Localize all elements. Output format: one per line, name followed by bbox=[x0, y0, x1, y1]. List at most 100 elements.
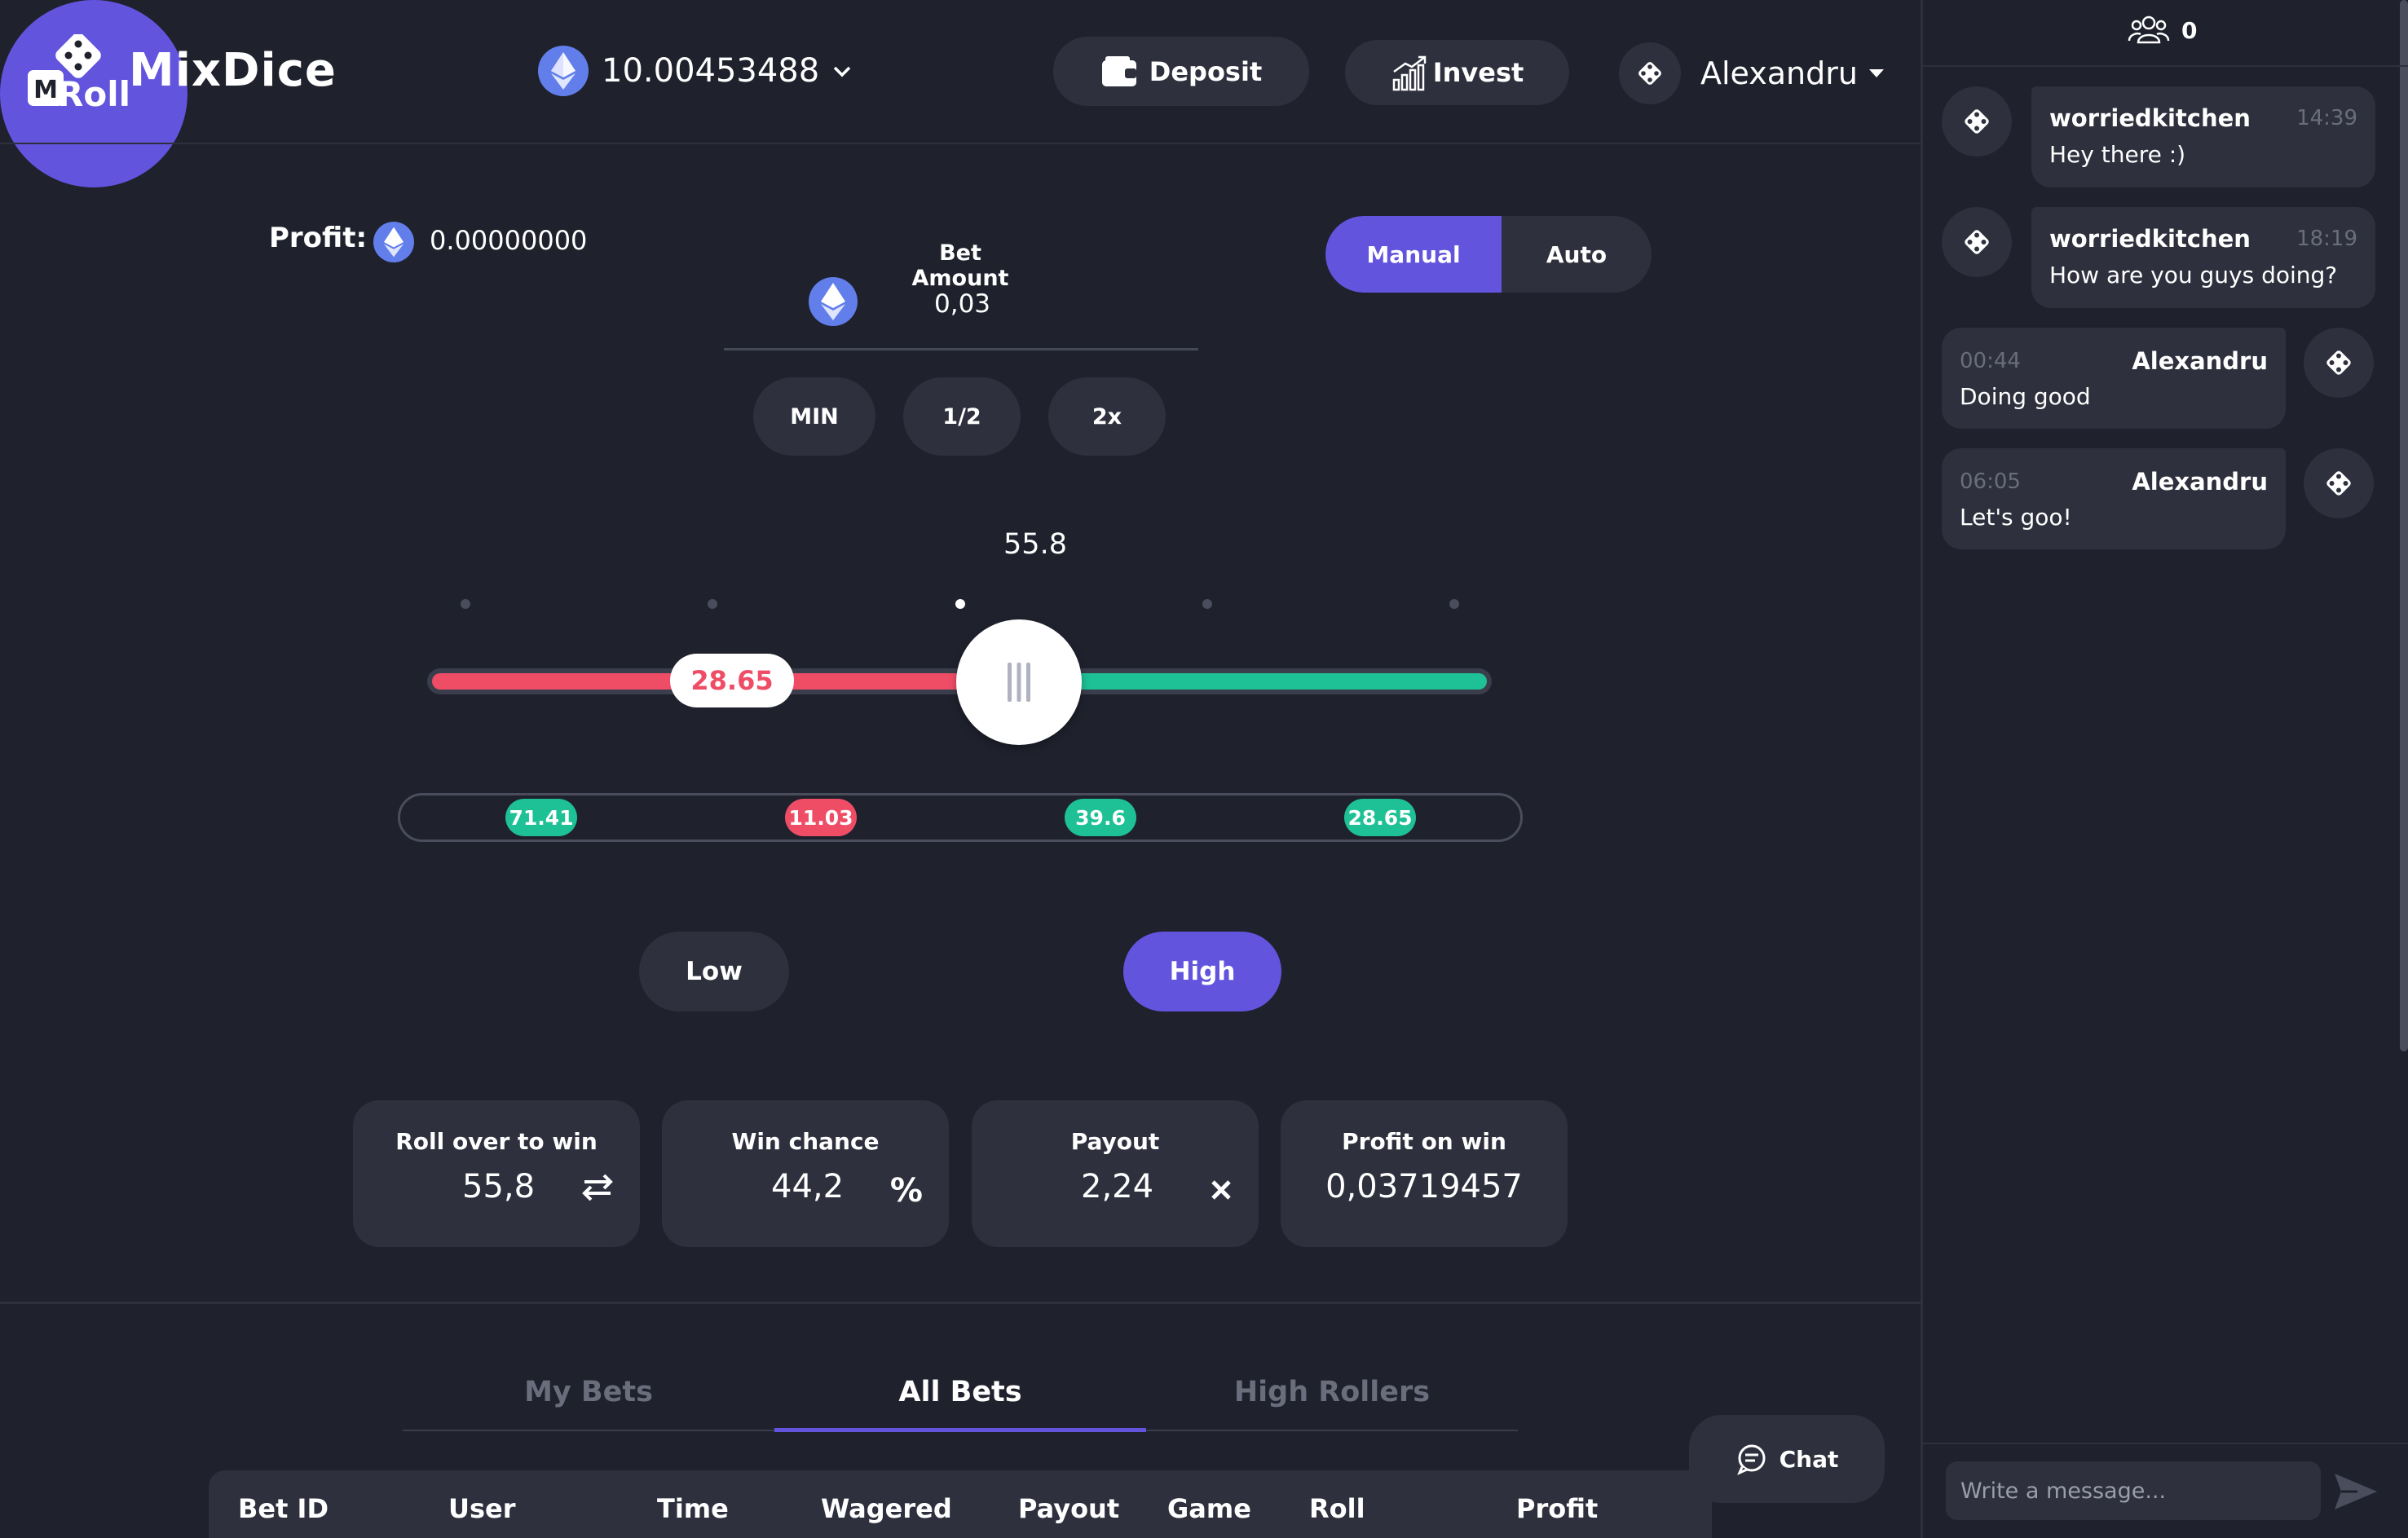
chat-toggle-button[interactable]: Chat bbox=[1689, 1415, 1885, 1503]
slider-value: 55.8 bbox=[1003, 528, 1067, 561]
percent-icon: % bbox=[889, 1172, 923, 1210]
auto-mode-button[interactable]: Auto bbox=[1502, 216, 1652, 293]
roll-over-label: Roll over to win bbox=[395, 1128, 598, 1155]
message-user[interactable]: Alexandru bbox=[2132, 347, 2268, 375]
message-time: 00:44 bbox=[1960, 349, 2021, 373]
bets-table-header bbox=[209, 1470, 1712, 1538]
eth-icon bbox=[538, 46, 589, 96]
profit-on-win-card: Profit on win 0,03719457 bbox=[1281, 1100, 1568, 1247]
eth-icon bbox=[373, 222, 414, 262]
payout-value[interactable]: 2,24 bbox=[1081, 1168, 1153, 1205]
chat-message-input[interactable] bbox=[1946, 1461, 2321, 1520]
grip-icon bbox=[1008, 663, 1030, 702]
chat-footer-divider bbox=[1923, 1443, 2408, 1444]
chevron-down-icon bbox=[833, 66, 851, 77]
low-button[interactable]: Low bbox=[639, 932, 789, 1011]
high-button[interactable]: High bbox=[1123, 932, 1281, 1011]
tab-all-bets[interactable]: All Bets bbox=[774, 1376, 1146, 1408]
column-header[interactable]: Profit bbox=[1516, 1493, 1598, 1524]
deposit-button[interactable]: Deposit bbox=[1053, 37, 1309, 106]
history-badge: 11.03 bbox=[785, 799, 857, 836]
slider-tick bbox=[461, 599, 470, 609]
caret-down-icon bbox=[1868, 69, 1884, 77]
tab-my-bets[interactable]: My Bets bbox=[403, 1376, 774, 1408]
wallet-icon bbox=[1101, 55, 1136, 86]
section-divider bbox=[0, 1302, 1921, 1304]
users-icon bbox=[2128, 15, 2170, 44]
message-user[interactable]: worriedkitchen bbox=[2049, 225, 2251, 253]
slider-tick-active bbox=[955, 599, 965, 609]
user-name: Alexandru bbox=[1700, 55, 1858, 91]
bet-amount-input[interactable]: 0,03 bbox=[934, 289, 990, 319]
logo-text[interactable]: MixDice bbox=[129, 44, 337, 97]
message-time: 14:39 bbox=[2296, 106, 2357, 130]
history-badge: 28.65 bbox=[1344, 799, 1416, 836]
message-text: Hey there :) bbox=[2049, 141, 2186, 168]
avatar-icon[interactable] bbox=[1942, 86, 2012, 156]
online-users: 0 bbox=[2128, 15, 2197, 46]
double-button[interactable]: 2x bbox=[1048, 377, 1166, 456]
history-badge: 71.41 bbox=[505, 799, 577, 836]
message-user[interactable]: Alexandru bbox=[2132, 468, 2268, 496]
column-header[interactable]: User bbox=[448, 1493, 516, 1524]
column-header[interactable]: Wagered bbox=[821, 1493, 952, 1524]
manual-mode-button[interactable]: Manual bbox=[1325, 216, 1502, 293]
chat-message: worriedkitchen 18:19 How are you guys do… bbox=[2031, 207, 2375, 308]
profit-on-win-value: 0,03719457 bbox=[1325, 1168, 1523, 1205]
column-header[interactable]: Roll bbox=[1309, 1493, 1365, 1524]
chat-message: worriedkitchen 14:39 Hey there :) bbox=[2031, 86, 2375, 187]
column-header[interactable]: Payout bbox=[1018, 1493, 1119, 1524]
message-text: Let's goo! bbox=[1960, 504, 2072, 531]
message-user[interactable]: worriedkitchen bbox=[2049, 104, 2251, 132]
chat-message-own: 06:05 Alexandru Let's goo! bbox=[1942, 448, 2286, 549]
avatar-icon bbox=[1619, 42, 1681, 104]
swap-icon[interactable] bbox=[581, 1172, 614, 1210]
chat-scrollbar[interactable] bbox=[2400, 0, 2408, 1051]
chat-bubble-icon bbox=[1736, 1444, 1766, 1475]
dice-logo-icon[interactable]: M bbox=[26, 33, 101, 109]
mode-toggle: Manual Auto bbox=[1325, 216, 1652, 293]
invest-chart-icon bbox=[1392, 55, 1426, 91]
close-icon bbox=[1210, 1172, 1233, 1210]
roll-over-value[interactable]: 55,8 bbox=[462, 1168, 535, 1205]
message-time: 06:05 bbox=[1960, 469, 2021, 494]
balance-value: 10.00453488 bbox=[602, 52, 820, 90]
result-marker: 28.65 bbox=[670, 654, 794, 707]
message-text: Doing good bbox=[1960, 383, 2091, 410]
avatar-icon[interactable] bbox=[1942, 207, 2012, 277]
user-menu[interactable]: Alexandru bbox=[1619, 39, 1884, 108]
invest-button[interactable]: Invest bbox=[1345, 40, 1569, 105]
send-icon[interactable] bbox=[2333, 1472, 2379, 1511]
half-button[interactable]: 1/2 bbox=[903, 377, 1021, 456]
slider-handle[interactable] bbox=[956, 619, 1082, 745]
column-header[interactable]: Time bbox=[657, 1493, 729, 1524]
chat-message-own: 00:44 Alexandru Doing good bbox=[1942, 328, 2286, 429]
bet-input-underline bbox=[724, 348, 1198, 350]
column-header[interactable]: Bet ID bbox=[238, 1493, 329, 1524]
slider-tick bbox=[708, 599, 717, 609]
slider-tick bbox=[1202, 599, 1212, 609]
payout-card: Payout 2,24 bbox=[972, 1100, 1259, 1247]
message-time: 18:19 bbox=[2296, 227, 2357, 251]
active-tab-indicator bbox=[774, 1428, 1146, 1432]
invest-label: Invest bbox=[1432, 57, 1524, 88]
deposit-label: Deposit bbox=[1149, 55, 1263, 87]
online-count: 0 bbox=[2181, 16, 2198, 44]
profit-on-win-label: Profit on win bbox=[1342, 1128, 1506, 1155]
chat-header-divider bbox=[1923, 65, 2408, 67]
slider-tick bbox=[1449, 599, 1459, 609]
slider-track-win bbox=[1019, 673, 1487, 690]
min-button[interactable]: MIN bbox=[753, 377, 875, 456]
message-text: How are you guys doing? bbox=[2049, 262, 2338, 289]
history-badge: 39.6 bbox=[1065, 799, 1136, 836]
tab-high-rollers[interactable]: High Rollers bbox=[1146, 1376, 1518, 1408]
profit-label: Profit: bbox=[269, 222, 368, 254]
chat-toggle-label: Chat bbox=[1779, 1445, 1839, 1473]
avatar-icon[interactable] bbox=[2304, 328, 2374, 398]
column-header[interactable]: Game bbox=[1167, 1493, 1251, 1524]
balance-selector[interactable]: 10.00453488 bbox=[538, 42, 853, 99]
avatar-icon[interactable] bbox=[2304, 448, 2374, 518]
win-chance-value[interactable]: 44,2 bbox=[771, 1168, 844, 1205]
top-header: M MixDice 10.00453488 Deposit Invest Ale… bbox=[0, 0, 1921, 144]
bet-amount-label: Bet Amount bbox=[911, 240, 1009, 291]
